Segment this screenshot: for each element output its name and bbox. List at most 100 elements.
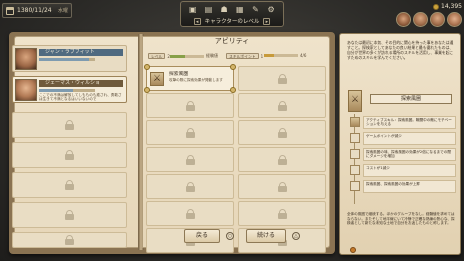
lock-icon <box>277 181 287 192</box>
party-portrait[interactable] <box>447 12 462 27</box>
skill-point-stat: スキルポイント 1 <box>226 53 263 59</box>
party-portrait[interactable] <box>396 12 411 27</box>
book-icon[interactable]: ▤ <box>204 5 213 14</box>
lock-icon <box>185 208 195 219</box>
skill-tree-item[interactable]: アクティブスキル：探索風圏。戦闘中の敵にモチベーションを与える <box>350 116 456 129</box>
lock-icon <box>65 235 74 245</box>
status-badge-icon <box>350 247 356 253</box>
character-slot[interactable]: ジャン・ラブフィット <box>12 45 127 72</box>
next-level-bar <box>264 54 298 57</box>
skill-node-icon <box>350 181 360 191</box>
party-portrait[interactable] <box>430 12 445 27</box>
skill-node-icon <box>350 117 360 127</box>
empty-character-slot <box>12 202 127 228</box>
empty-character-slot <box>12 172 127 198</box>
empty-character-slot <box>12 142 127 168</box>
skill-node-icon <box>350 133 360 143</box>
skill-tree-item[interactable]: コストが1減少 <box>350 164 456 177</box>
skill-node-icon <box>350 149 360 159</box>
character-name: ジェーマス・ウィルショ <box>39 80 123 87</box>
locked-ability-slot <box>146 93 234 118</box>
portrait-row <box>396 12 462 27</box>
circle-button-hint: ○ <box>226 232 234 240</box>
empty-character-slot <box>12 232 127 248</box>
date-text: 1380/11/24 <box>17 7 52 14</box>
level-stat: レベル 2 <box>148 53 170 59</box>
skill-tree-item[interactable]: 探索風圏の味、探索風圏の効果が2倍になるまでの間にダメージを増加 <box>350 148 456 161</box>
lock-icon <box>277 73 287 84</box>
locked-ability-slot <box>238 66 326 91</box>
lock-icon <box>277 208 287 219</box>
abilities-title: アビリティ <box>214 37 250 45</box>
character-portrait <box>15 48 37 70</box>
skill-node-icon <box>350 165 360 175</box>
map-icon[interactable]: ▦ <box>235 5 244 14</box>
experience-label: 経験値 <box>206 53 218 58</box>
weekday-text: 水曜 <box>57 8 68 14</box>
next-level-stat: 4/6 <box>264 53 306 58</box>
lock-icon <box>185 100 195 111</box>
skill-tree-text: コストが1減少 <box>363 164 456 177</box>
character-name: ジャン・ラブフィット <box>39 49 123 56</box>
ability-summary: 攻撃の際に探索効果が発動します <box>169 78 223 82</box>
skill-tree-text: 探索風圏、探索風圏の効果が上昇 <box>363 180 456 193</box>
character-progress <box>39 89 95 92</box>
lock-icon <box>65 210 74 220</box>
character-portrait <box>15 79 37 101</box>
prev-tab-hint[interactable]: ◂ <box>193 17 201 25</box>
ability-thumbnail <box>348 90 362 112</box>
skill-point-value: 1 <box>260 53 264 59</box>
money-amount: 14,395 <box>441 3 462 10</box>
party-portrait[interactable] <box>413 12 428 27</box>
corner-marker <box>230 64 236 70</box>
next-tab-hint[interactable]: ▸ <box>263 17 271 25</box>
corner-marker <box>144 64 150 70</box>
menu-title-row: ◂ キャラクターのレベル ▸ <box>181 16 283 26</box>
inventory-icon[interactable]: ▣ <box>188 5 197 14</box>
experience-bar <box>170 54 204 58</box>
character-slot-selected[interactable]: ジェーマス・ウィルショ ここでの不満は解放してしもものも癒され、勇敢さは生きて不… <box>12 76 127 103</box>
ability-cell-selected[interactable]: 探索風圏 攻撃の際に探索効果が発動します <box>144 64 236 93</box>
lock-icon <box>185 154 195 165</box>
top-menu: ▣ ▤ ☗ ▦ ✎ ⚙ ◂ キャラクターのレベル ▸ <box>180 1 284 27</box>
journal-icon[interactable]: ✎ <box>251 5 260 14</box>
triangle-button-hint: △ <box>292 232 300 240</box>
lock-icon <box>65 180 74 190</box>
settings-icon[interactable]: ⚙ <box>267 5 276 14</box>
skill-point-label: スキルポイント <box>226 53 259 59</box>
calendar-icon <box>6 6 14 15</box>
experience-stat: 経験値 <box>170 53 218 59</box>
party-icon[interactable]: ☗ <box>220 5 229 14</box>
locked-ability-slot <box>146 201 234 226</box>
lock-icon <box>277 127 287 138</box>
money-display: 14,395 <box>433 2 462 11</box>
empty-character-slot <box>12 112 127 138</box>
top-menu-icons: ▣ ▤ ☗ ▦ ✎ ⚙ <box>181 2 283 16</box>
character-description: ここでの不満は解放してしもものも癒され、勇敢さは生きて不満となるはいいないので <box>39 93 122 102</box>
skill-tree-text: アクティブスキル：探索風圏。戦闘中の敵にモチベーションを与える <box>363 116 456 129</box>
menu-title: キャラクターのレベル <box>204 19 260 25</box>
skill-tree-item[interactable]: 探索風圏、探索風圏の効果が上昇 <box>350 180 456 193</box>
character-progress <box>39 58 95 61</box>
sword-icon <box>150 71 164 86</box>
locked-ability-slot <box>238 201 326 226</box>
ability-stats: レベル 2 経験値 スキルポイント 1 4/6 <box>140 51 324 61</box>
next-level-count: 4/6 <box>300 53 307 58</box>
lock-icon <box>277 154 287 165</box>
locked-ability-slot <box>146 147 234 172</box>
locked-ability-slot <box>238 120 326 145</box>
party-portraits: 14,395 <box>378 2 462 30</box>
skill-tree-text: ゲームポイントが減少 <box>363 132 456 145</box>
continue-button[interactable]: 続ける <box>246 229 286 243</box>
locked-ability-slot <box>238 93 326 118</box>
lock-icon <box>277 100 287 111</box>
locked-ability-slot <box>238 147 326 172</box>
lock-icon <box>185 181 195 192</box>
skill-tree-item[interactable]: ゲームポイントが減少 <box>350 132 456 145</box>
date-display: 1380/11/24 水曜 <box>2 3 72 18</box>
skill-tree-text: 探索風圏の味、探索風圏の効果が2倍になるまでの間にダメージを増加 <box>363 148 456 161</box>
ability-name: 探索風圏 <box>169 72 189 77</box>
info-flavor-text: 全体の風圏で継続する。ほかのグループをなし。経験値を求めてはならない。またそして… <box>347 212 455 226</box>
back-button[interactable]: 戻る <box>184 229 220 243</box>
coin-icon <box>433 3 439 10</box>
